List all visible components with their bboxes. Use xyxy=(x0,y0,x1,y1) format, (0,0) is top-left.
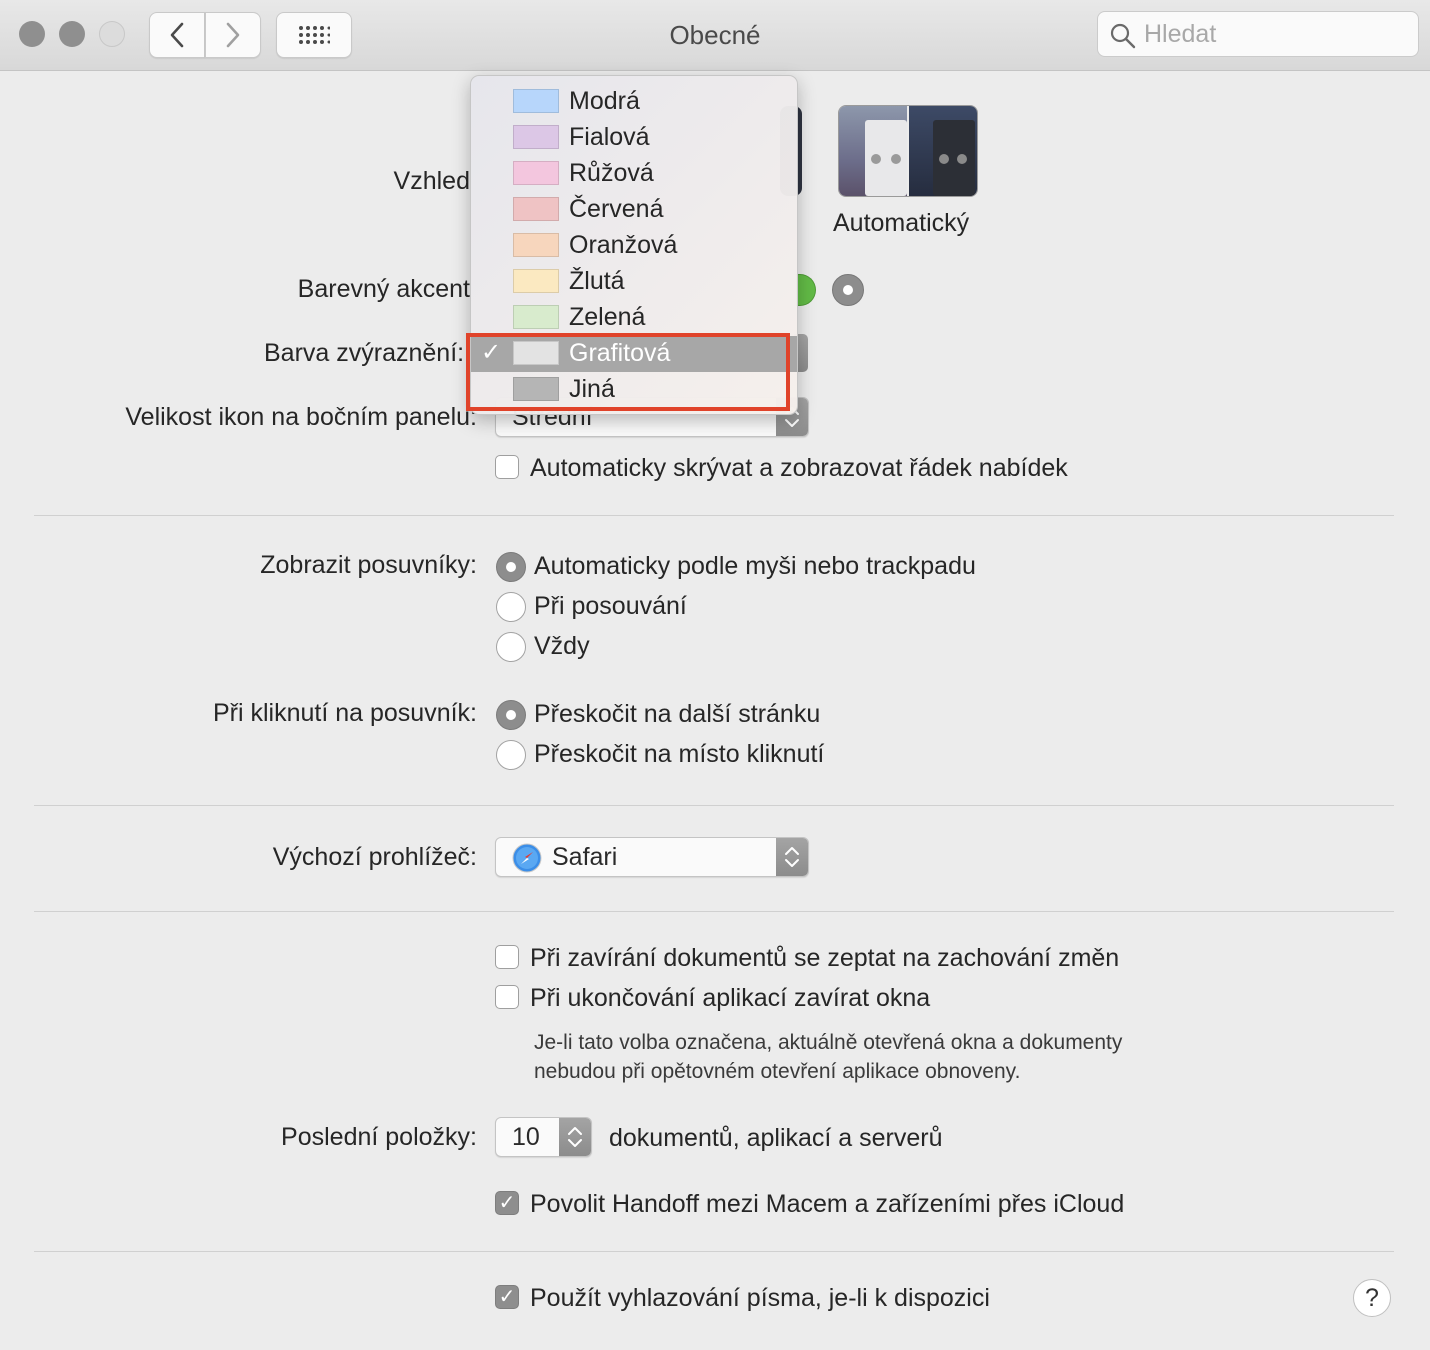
menu-item-label: Zelená xyxy=(569,303,646,331)
recent-items-stepper[interactable]: 10 xyxy=(495,1117,592,1157)
menu-item-pink[interactable]: Růžová xyxy=(471,156,797,192)
menu-item-red[interactable]: Červená xyxy=(471,192,797,228)
search-field[interactable]: Hledat xyxy=(1097,11,1419,57)
appearance-auto-label: Automatický xyxy=(833,209,970,237)
menu-item-blue[interactable]: Modrá xyxy=(471,84,797,120)
popup-arrows-icon xyxy=(776,838,808,876)
color-swatch xyxy=(513,125,559,149)
search-icon xyxy=(1110,23,1136,49)
menu-item-label: Červená xyxy=(569,195,664,223)
menu-item-orange[interactable]: Oranžová xyxy=(471,228,797,264)
highlight-label: Barva zvýraznění: xyxy=(264,339,464,367)
ask-keep-changes-checkbox[interactable] xyxy=(495,945,519,969)
accent-green-swatch[interactable] xyxy=(796,274,816,306)
browser-value: Safari xyxy=(552,843,618,871)
scrollbars-radio-scrolling[interactable] xyxy=(496,592,526,622)
scrollbar-click-option-label: Přeskočit na další stránku xyxy=(534,700,821,728)
scrollbars-option-label: Vždy xyxy=(534,632,590,660)
close-windows-note: nebudou při opětovném otevření aplikace … xyxy=(534,1060,1021,1083)
color-swatch xyxy=(513,161,559,185)
divider xyxy=(34,911,1394,912)
scrollbars-option-label: Automaticky podle myši nebo trackpadu xyxy=(534,552,976,580)
divider xyxy=(34,515,1394,516)
menu-item-label: Oranžová xyxy=(569,231,678,259)
scrollbar-click-radio-next-page[interactable] xyxy=(496,700,526,730)
color-swatch xyxy=(513,305,559,329)
color-swatch xyxy=(513,197,559,221)
scrollbars-option-label: Při posouvání xyxy=(534,592,687,620)
recent-items-suffix: dokumentů, aplikací a serverů xyxy=(609,1124,943,1152)
menu-item-purple[interactable]: Fialová xyxy=(471,120,797,156)
help-button[interactable]: ? xyxy=(1353,1279,1391,1317)
title-bar: Obecné Hledat xyxy=(0,0,1430,71)
menubar-autohide-checkbox[interactable] xyxy=(495,455,519,479)
handoff-label: Povolit Handoff mezi Macem a zařízeními … xyxy=(530,1190,1125,1218)
font-smoothing-label: Použít vyhlazování písma, je-li k dispoz… xyxy=(530,1284,990,1312)
recent-items-label: Poslední položky: xyxy=(281,1123,477,1151)
scrollbars-label: Zobrazit posuvníky: xyxy=(260,551,477,579)
stepper-arrows-icon[interactable] xyxy=(559,1118,591,1156)
thumb-dots xyxy=(871,154,881,164)
close-windows-note: Je-li tato volba označena, aktuálně otev… xyxy=(534,1031,1123,1054)
annotation-highlight-box xyxy=(466,333,790,411)
appearance-label: Vzhled xyxy=(393,167,470,195)
thumb-dots xyxy=(939,154,949,164)
scrollbar-click-option-label: Přeskočit na místo kliknutí xyxy=(534,740,825,768)
color-swatch xyxy=(513,233,559,257)
selected-dot-icon xyxy=(843,285,853,295)
accent-graphite-swatch[interactable] xyxy=(832,274,864,306)
search-placeholder: Hledat xyxy=(1144,20,1217,48)
menu-item-green[interactable]: Zelená xyxy=(471,300,797,336)
sidebar-icon-size-label: Velikost ikon na bočním panelu: xyxy=(125,403,477,431)
browser-label: Výchozí prohlížeč: xyxy=(272,843,477,871)
close-windows-label: Při ukončování aplikací zavírat okna xyxy=(530,984,931,1012)
font-smoothing-checkbox[interactable]: ✓ xyxy=(495,1285,519,1309)
menubar-autohide-label: Automaticky skrývat a zobrazovat řádek n… xyxy=(530,454,1068,482)
close-windows-checkbox[interactable] xyxy=(495,985,519,1009)
divider xyxy=(34,1251,1394,1252)
menu-item-label: Modrá xyxy=(569,87,640,115)
scrollbar-click-radio-spot[interactable] xyxy=(496,740,526,770)
color-swatch xyxy=(513,89,559,113)
scrollbar-click-label: Při kliknutí na posuvník: xyxy=(212,699,477,727)
handoff-checkbox[interactable]: ✓ xyxy=(495,1191,519,1215)
scrollbars-radio-auto[interactable] xyxy=(496,552,526,582)
menu-item-label: Žlutá xyxy=(569,267,625,295)
accent-label: Barevný akcent xyxy=(297,275,470,303)
menu-item-yellow[interactable]: Žlutá xyxy=(471,264,797,300)
divider xyxy=(34,805,1394,806)
menu-item-label: Růžová xyxy=(569,159,654,187)
browser-popup[interactable]: Safari xyxy=(495,837,809,877)
ask-keep-changes-label: Při zavírání dokumentů se zeptat na zach… xyxy=(530,944,1120,972)
appearance-auto-thumb[interactable] xyxy=(838,105,978,197)
thumb-dots xyxy=(891,154,901,164)
scrollbars-radio-always[interactable] xyxy=(496,632,526,662)
color-swatch xyxy=(513,269,559,293)
safari-compass-icon xyxy=(512,843,542,873)
thumb-dots xyxy=(957,154,967,164)
recent-items-value: 10 xyxy=(512,1123,540,1151)
menu-item-label: Fialová xyxy=(569,123,650,151)
